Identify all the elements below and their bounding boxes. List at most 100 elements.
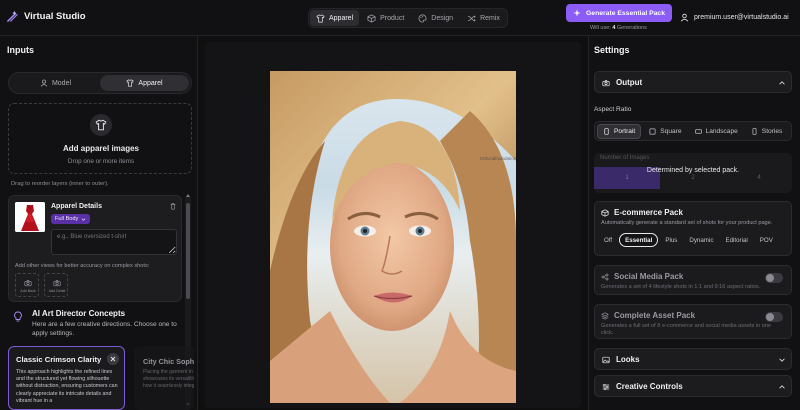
output-section-header[interactable]: Output	[594, 71, 792, 93]
social-pack-description: Generates a set of 4 lifestyle shots in …	[601, 284, 761, 290]
tab-product-label: Product	[380, 14, 405, 22]
box-icon	[367, 13, 376, 23]
tab-remix[interactable]: Remix	[461, 10, 506, 26]
ratio-portrait-label: Portrait	[614, 127, 636, 135]
fit-selector-label: Full Body	[55, 216, 79, 222]
add-detail-slot[interactable]: Add Detail	[44, 273, 68, 297]
looks-section-header[interactable]: Looks	[594, 348, 792, 370]
app-logo[interactable]: Virtual Studio	[6, 10, 86, 23]
views-hint: Add other views for better accuracy on c…	[15, 263, 150, 269]
output-label: Output	[616, 78, 643, 87]
add-back-label: Add Back	[20, 289, 36, 293]
mode-nav: Apparel Product Design Remix	[308, 8, 508, 28]
concept-card-selected[interactable]: Classic Crimson Clarity This approach hi…	[8, 346, 125, 410]
fit-selector[interactable]: Full Body	[51, 214, 91, 224]
portrait-photo	[270, 71, 516, 403]
scrollbar-thumb[interactable]	[186, 203, 190, 299]
pack-option-editorial[interactable]: Editorial	[720, 233, 752, 247]
camera-icon	[24, 280, 32, 287]
concept-card-title: Classic Crimson Clarity	[16, 355, 102, 364]
tab-design-label: Design	[431, 14, 454, 22]
tab-product[interactable]: Product	[361, 10, 410, 26]
close-icon	[110, 356, 116, 362]
user-icon	[680, 13, 689, 22]
aspect-ratio-selector: Portrait Square Landscape Stories	[594, 121, 792, 141]
complete-pack-title: Complete Asset Pack	[614, 311, 696, 320]
complete-pack-description: Generates a full set of 8 e-commerce and…	[601, 323, 772, 336]
tab-apparel-label: Apparel	[329, 14, 354, 22]
tab-apparel[interactable]: Apparel	[310, 10, 360, 26]
scroll-up-arrow[interactable]	[186, 194, 190, 197]
ecommerce-pack-card: E-commerce Pack Automatically generate a…	[594, 201, 792, 256]
number-of-images-label: Number of Images	[600, 155, 650, 161]
pack-determined-notice: Determined by selected pack.	[646, 167, 740, 174]
shuffle-icon	[467, 15, 476, 21]
concept-card[interactable]: City Chic Sophistication Placing the gar…	[134, 346, 194, 410]
input-mode-switch: Model Apparel	[8, 72, 192, 94]
pack-option-essential[interactable]: Essential	[619, 233, 659, 247]
apparel-details-card: Apparel Details Full Body Add other view…	[8, 195, 182, 302]
will-use-suffix: Generations	[616, 25, 647, 31]
upload-subtitle: Drop one or more items	[67, 158, 135, 165]
preview-image[interactable]	[270, 71, 516, 403]
share-icon	[601, 273, 609, 281]
social-pack-toggle[interactable]	[765, 273, 783, 283]
apparel-thumbnail[interactable]	[15, 202, 45, 232]
generate-button-label: Generate Essential Pack	[586, 9, 665, 17]
pack-option-plus[interactable]: Plus	[660, 233, 682, 247]
red-dress-image	[15, 202, 45, 232]
camera-icon	[602, 80, 610, 87]
apparel-description-input[interactable]	[51, 229, 177, 255]
apparel-upload-dropzone[interactable]: Add apparel images Drop one or more item…	[8, 103, 192, 174]
chevron-up-icon	[779, 385, 785, 389]
app-name: Virtual Studio	[24, 11, 86, 22]
generate-button[interactable]: Generate Essential Pack	[566, 4, 672, 22]
ratio-square[interactable]: Square	[644, 124, 686, 139]
add-detail-label: Add Detail	[48, 289, 66, 293]
tab-remix-label: Remix	[480, 14, 500, 22]
ratio-stories[interactable]: Stories	[746, 124, 788, 139]
will-use-prefix: Will use:	[590, 25, 611, 31]
ecommerce-pack-description: Automatically generate a standard set of…	[601, 220, 773, 226]
shirt-icon	[316, 13, 325, 22]
tab-design[interactable]: Design	[412, 10, 459, 26]
square-ratio-icon	[649, 128, 656, 134]
portrait-ratio-icon	[604, 127, 609, 135]
chevron-up-icon	[779, 81, 785, 85]
looks-label: Looks	[616, 355, 640, 364]
upload-icon-circle	[90, 114, 112, 136]
inputs-title: Inputs	[7, 45, 34, 55]
ratio-portrait[interactable]: Portrait	[597, 123, 642, 139]
sliders-icon	[602, 383, 610, 391]
add-back-slot[interactable]: Add Back	[15, 273, 39, 297]
mode-apparel-label: Apparel	[138, 79, 163, 87]
mode-model[interactable]: Model	[11, 75, 100, 91]
apparel-details-title: Apparel Details	[51, 203, 102, 210]
landscape-ratio-icon	[694, 128, 702, 134]
number-of-images-disabled: Number of Images 1 2 4 Determined by sel…	[594, 153, 792, 193]
settings-title: Settings	[594, 45, 630, 55]
upload-title: Add apparel images	[62, 144, 140, 153]
user-email: premium.user@virtualstudio.ai	[694, 14, 789, 21]
concept-card-title: City Chic Sophistication	[143, 357, 194, 366]
user-icon	[40, 79, 48, 87]
close-concept-button[interactable]	[107, 353, 119, 365]
user-menu[interactable]: premium.user@virtualstudio.ai	[680, 13, 789, 22]
ratio-landscape[interactable]: Landscape	[690, 124, 743, 139]
camera-icon	[53, 280, 61, 287]
creative-controls-section-header[interactable]: Creative Controls	[594, 375, 792, 397]
stories-ratio-icon	[752, 127, 757, 135]
generation-cost: Will use: 4 Generations	[590, 25, 647, 31]
mode-apparel[interactable]: Apparel	[100, 75, 189, 91]
chevron-down-icon	[779, 358, 785, 362]
pack-option-pov[interactable]: POV	[755, 233, 778, 247]
reorder-hint: Drag to reorder layers (inner to outer).	[11, 181, 109, 187]
shirt-icon	[95, 119, 107, 131]
complete-pack-toggle[interactable]	[765, 312, 783, 322]
pack-option-off[interactable]: Off	[599, 233, 617, 247]
creative-controls-label: Creative Controls	[616, 382, 683, 391]
trash-icon[interactable]	[169, 202, 177, 210]
pack-option-dynamic[interactable]: Dynamic	[684, 233, 718, 247]
app-header: Virtual Studio Apparel Product Design Re…	[0, 0, 800, 36]
aspect-ratio-label: Aspect Ratio	[594, 106, 632, 113]
